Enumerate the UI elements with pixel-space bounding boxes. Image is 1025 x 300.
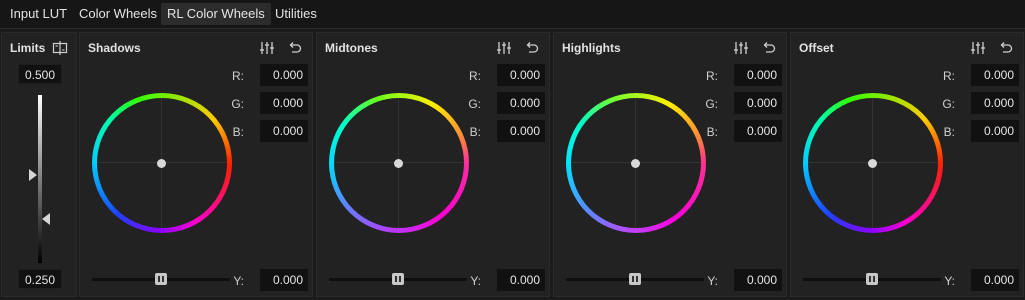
tab-color-wheels[interactable]: Color Wheels bbox=[73, 3, 163, 25]
shadows-color-wheel[interactable] bbox=[92, 93, 232, 233]
slider-knob[interactable] bbox=[866, 273, 878, 285]
highlights-color-wheel[interactable] bbox=[566, 93, 706, 233]
b-label: B: bbox=[232, 125, 244, 139]
shadows-panel: Shadows R: 0.000 G: 0.000 B: 0.000 Y: 0.… bbox=[79, 32, 313, 297]
tab-utilities[interactable]: Utilities bbox=[269, 3, 323, 25]
b-label: B: bbox=[706, 125, 718, 139]
r-label: R: bbox=[943, 69, 955, 83]
slider-knob[interactable] bbox=[629, 273, 641, 285]
undo-icon[interactable] bbox=[761, 40, 777, 56]
limits-top-value[interactable]: 0.500 bbox=[18, 64, 62, 84]
wheel-puck[interactable] bbox=[631, 159, 640, 168]
b-value-field[interactable]: 0.000 bbox=[971, 120, 1019, 142]
undo-icon[interactable] bbox=[524, 40, 540, 56]
master-slider[interactable] bbox=[566, 273, 704, 285]
offset-panel: Offset R: 0.000 G: 0.000 B: 0.000 Y: 0.0… bbox=[790, 32, 1024, 297]
sliders-icon[interactable] bbox=[496, 40, 512, 56]
wheel-puck[interactable] bbox=[394, 159, 403, 168]
limits-lower-handle-icon[interactable] bbox=[42, 213, 50, 225]
wheel-puck[interactable] bbox=[157, 159, 166, 168]
y-label: Y: bbox=[470, 274, 481, 288]
sliders-icon[interactable] bbox=[970, 40, 986, 56]
g-value-field[interactable]: 0.000 bbox=[971, 92, 1019, 114]
master-slider[interactable] bbox=[803, 273, 941, 285]
limits-gradient-bar[interactable] bbox=[38, 95, 42, 263]
sliders-icon[interactable] bbox=[733, 40, 749, 56]
panel-title: Midtones bbox=[325, 41, 378, 55]
wheel-puck[interactable] bbox=[868, 159, 877, 168]
limits-bottom-value[interactable]: 0.250 bbox=[18, 269, 62, 289]
highlights-panel: Highlights R: 0.000 G: 0.000 B: 0.000 Y:… bbox=[553, 32, 787, 297]
g-label: G: bbox=[942, 97, 955, 111]
r-value-field[interactable]: 0.000 bbox=[497, 64, 545, 86]
y-label: Y: bbox=[944, 274, 955, 288]
undo-icon[interactable] bbox=[287, 40, 303, 56]
panel-title: Shadows bbox=[88, 41, 141, 55]
y-label: Y: bbox=[707, 274, 718, 288]
b-value-field[interactable]: 0.000 bbox=[734, 120, 782, 142]
tab-bar: Input LUT Color Wheels RL Color Wheels U… bbox=[0, 0, 1025, 29]
r-label: R: bbox=[706, 69, 718, 83]
limits-upper-handle-icon[interactable] bbox=[29, 169, 37, 181]
y-value-field[interactable]: 0.000 bbox=[734, 269, 782, 291]
b-label: B: bbox=[943, 125, 955, 139]
g-label: G: bbox=[468, 97, 481, 111]
b-label: B: bbox=[469, 125, 481, 139]
b-value-field[interactable]: 0.000 bbox=[497, 120, 545, 142]
g-label: G: bbox=[705, 97, 718, 111]
undo-icon[interactable] bbox=[998, 40, 1014, 56]
tab-input-lut[interactable]: Input LUT bbox=[4, 3, 73, 25]
sliders-icon[interactable] bbox=[259, 40, 275, 56]
slider-knob[interactable] bbox=[155, 273, 167, 285]
master-slider[interactable] bbox=[92, 273, 230, 285]
midtones-panel: Midtones R: 0.000 G: 0.000 B: 0.000 Y: 0… bbox=[316, 32, 550, 297]
y-label: Y: bbox=[233, 274, 244, 288]
tab-rl-color-wheels[interactable]: RL Color Wheels bbox=[161, 3, 271, 25]
split-view-icon[interactable] bbox=[52, 40, 68, 56]
limits-panel: Limits 0.500 0.250 bbox=[1, 32, 77, 297]
r-label: R: bbox=[232, 69, 244, 83]
r-value-field[interactable]: 0.000 bbox=[971, 64, 1019, 86]
master-slider[interactable] bbox=[329, 273, 467, 285]
offset-color-wheel[interactable] bbox=[803, 93, 943, 233]
g-label: G: bbox=[231, 97, 244, 111]
g-value-field[interactable]: 0.000 bbox=[734, 92, 782, 114]
y-value-field[interactable]: 0.000 bbox=[497, 269, 545, 291]
panel-title: Highlights bbox=[562, 41, 621, 55]
slider-knob[interactable] bbox=[392, 273, 404, 285]
y-value-field[interactable]: 0.000 bbox=[971, 269, 1019, 291]
b-value-field[interactable]: 0.000 bbox=[260, 120, 308, 142]
r-value-field[interactable]: 0.000 bbox=[734, 64, 782, 86]
midtones-color-wheel[interactable] bbox=[329, 93, 469, 233]
r-value-field[interactable]: 0.000 bbox=[260, 64, 308, 86]
r-label: R: bbox=[469, 69, 481, 83]
y-value-field[interactable]: 0.000 bbox=[260, 269, 308, 291]
limits-title: Limits bbox=[10, 41, 46, 55]
g-value-field[interactable]: 0.000 bbox=[260, 92, 308, 114]
panel-title: Offset bbox=[799, 41, 834, 55]
g-value-field[interactable]: 0.000 bbox=[497, 92, 545, 114]
